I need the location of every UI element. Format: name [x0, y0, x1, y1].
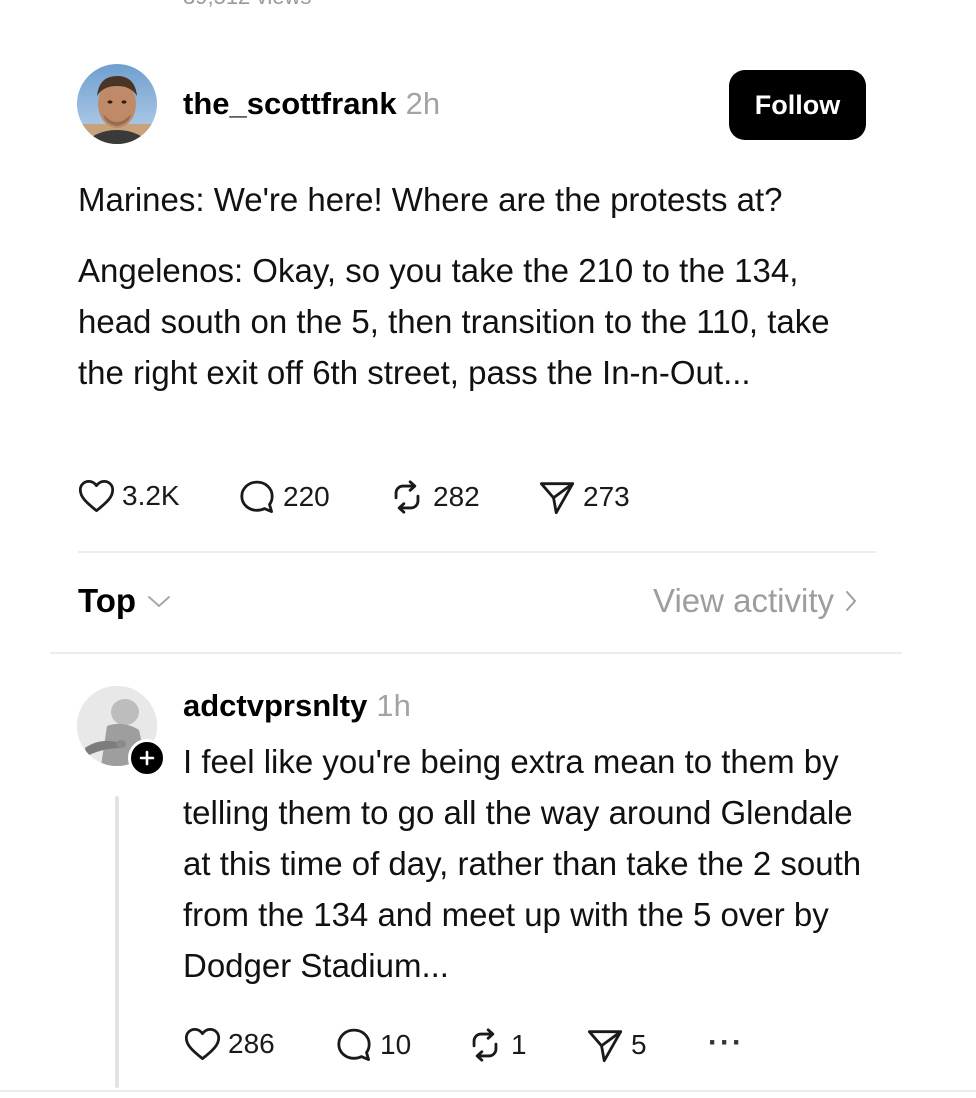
- follow-button[interactable]: Follow: [729, 70, 866, 140]
- reply-like-count: 286: [228, 1028, 275, 1059]
- author-username[interactable]: the_scottfrank: [183, 86, 397, 122]
- post-body: Marines: We're here! Where are the prote…: [78, 174, 868, 398]
- like-button[interactable]: 3.2K: [78, 479, 180, 513]
- more-options-button[interactable]: ···: [708, 1026, 744, 1060]
- reply-text: I feel like you're being extra mean to t…: [183, 743, 862, 984]
- reply-count: 220: [283, 481, 330, 512]
- heart-icon: [78, 479, 115, 513]
- author-line: the_scottfrank 2h: [183, 86, 440, 122]
- speech-bubble-icon: [240, 480, 274, 513]
- view-activity-link[interactable]: View activity: [653, 582, 860, 620]
- repost-count: 282: [433, 481, 480, 512]
- follow-reply-author-button[interactable]: [128, 739, 166, 777]
- reply-share-count: 5: [631, 1029, 647, 1060]
- reply-reply-button[interactable]: 10: [335, 1027, 411, 1063]
- plus-icon: [139, 750, 155, 766]
- reply-username[interactable]: adctvprsnlty: [183, 688, 367, 724]
- chevron-down-icon: [148, 596, 171, 607]
- paper-plane-icon: [539, 482, 575, 515]
- view-activity-label: View activity: [653, 582, 834, 619]
- speech-bubble-icon: [337, 1028, 371, 1061]
- author-avatar[interactable]: [77, 64, 157, 144]
- post-timestamp: 2h: [405, 86, 441, 121]
- post-divider: [78, 551, 876, 553]
- post-paragraph: Angelenos: Okay, so you take the 210 to …: [78, 252, 830, 391]
- chevron-right-icon: [846, 591, 856, 611]
- repost-icon: [472, 1028, 498, 1062]
- thread-line: [115, 796, 119, 1088]
- reply-button[interactable]: 220: [238, 479, 330, 515]
- sort-dropdown[interactable]: Top: [78, 582, 172, 620]
- share-count: 273: [583, 481, 630, 512]
- reply-author-line: adctvprsnlty 1h: [183, 688, 411, 724]
- repost-button[interactable]: 282: [388, 479, 480, 515]
- paper-plane-icon: [587, 1030, 623, 1063]
- view-count: 39,512 views: [183, 0, 311, 10]
- reply-repost-count: 1: [511, 1029, 527, 1060]
- bottom-divider: [0, 1090, 976, 1092]
- reply-timestamp: 1h: [376, 688, 411, 723]
- replies-divider: [50, 652, 902, 654]
- repost-icon: [394, 480, 420, 514]
- like-count: 3.2K: [122, 480, 180, 511]
- reply-reply-count: 10: [380, 1029, 412, 1060]
- reply-like-button[interactable]: 286: [184, 1027, 275, 1061]
- post-paragraph: Marines: We're here! Where are the prote…: [78, 181, 783, 218]
- reply-repost-button[interactable]: 1: [466, 1027, 527, 1063]
- sort-label: Top: [78, 582, 137, 619]
- reply-share-button[interactable]: 5: [586, 1027, 647, 1063]
- share-button[interactable]: 273: [538, 479, 630, 515]
- heart-icon: [184, 1027, 221, 1061]
